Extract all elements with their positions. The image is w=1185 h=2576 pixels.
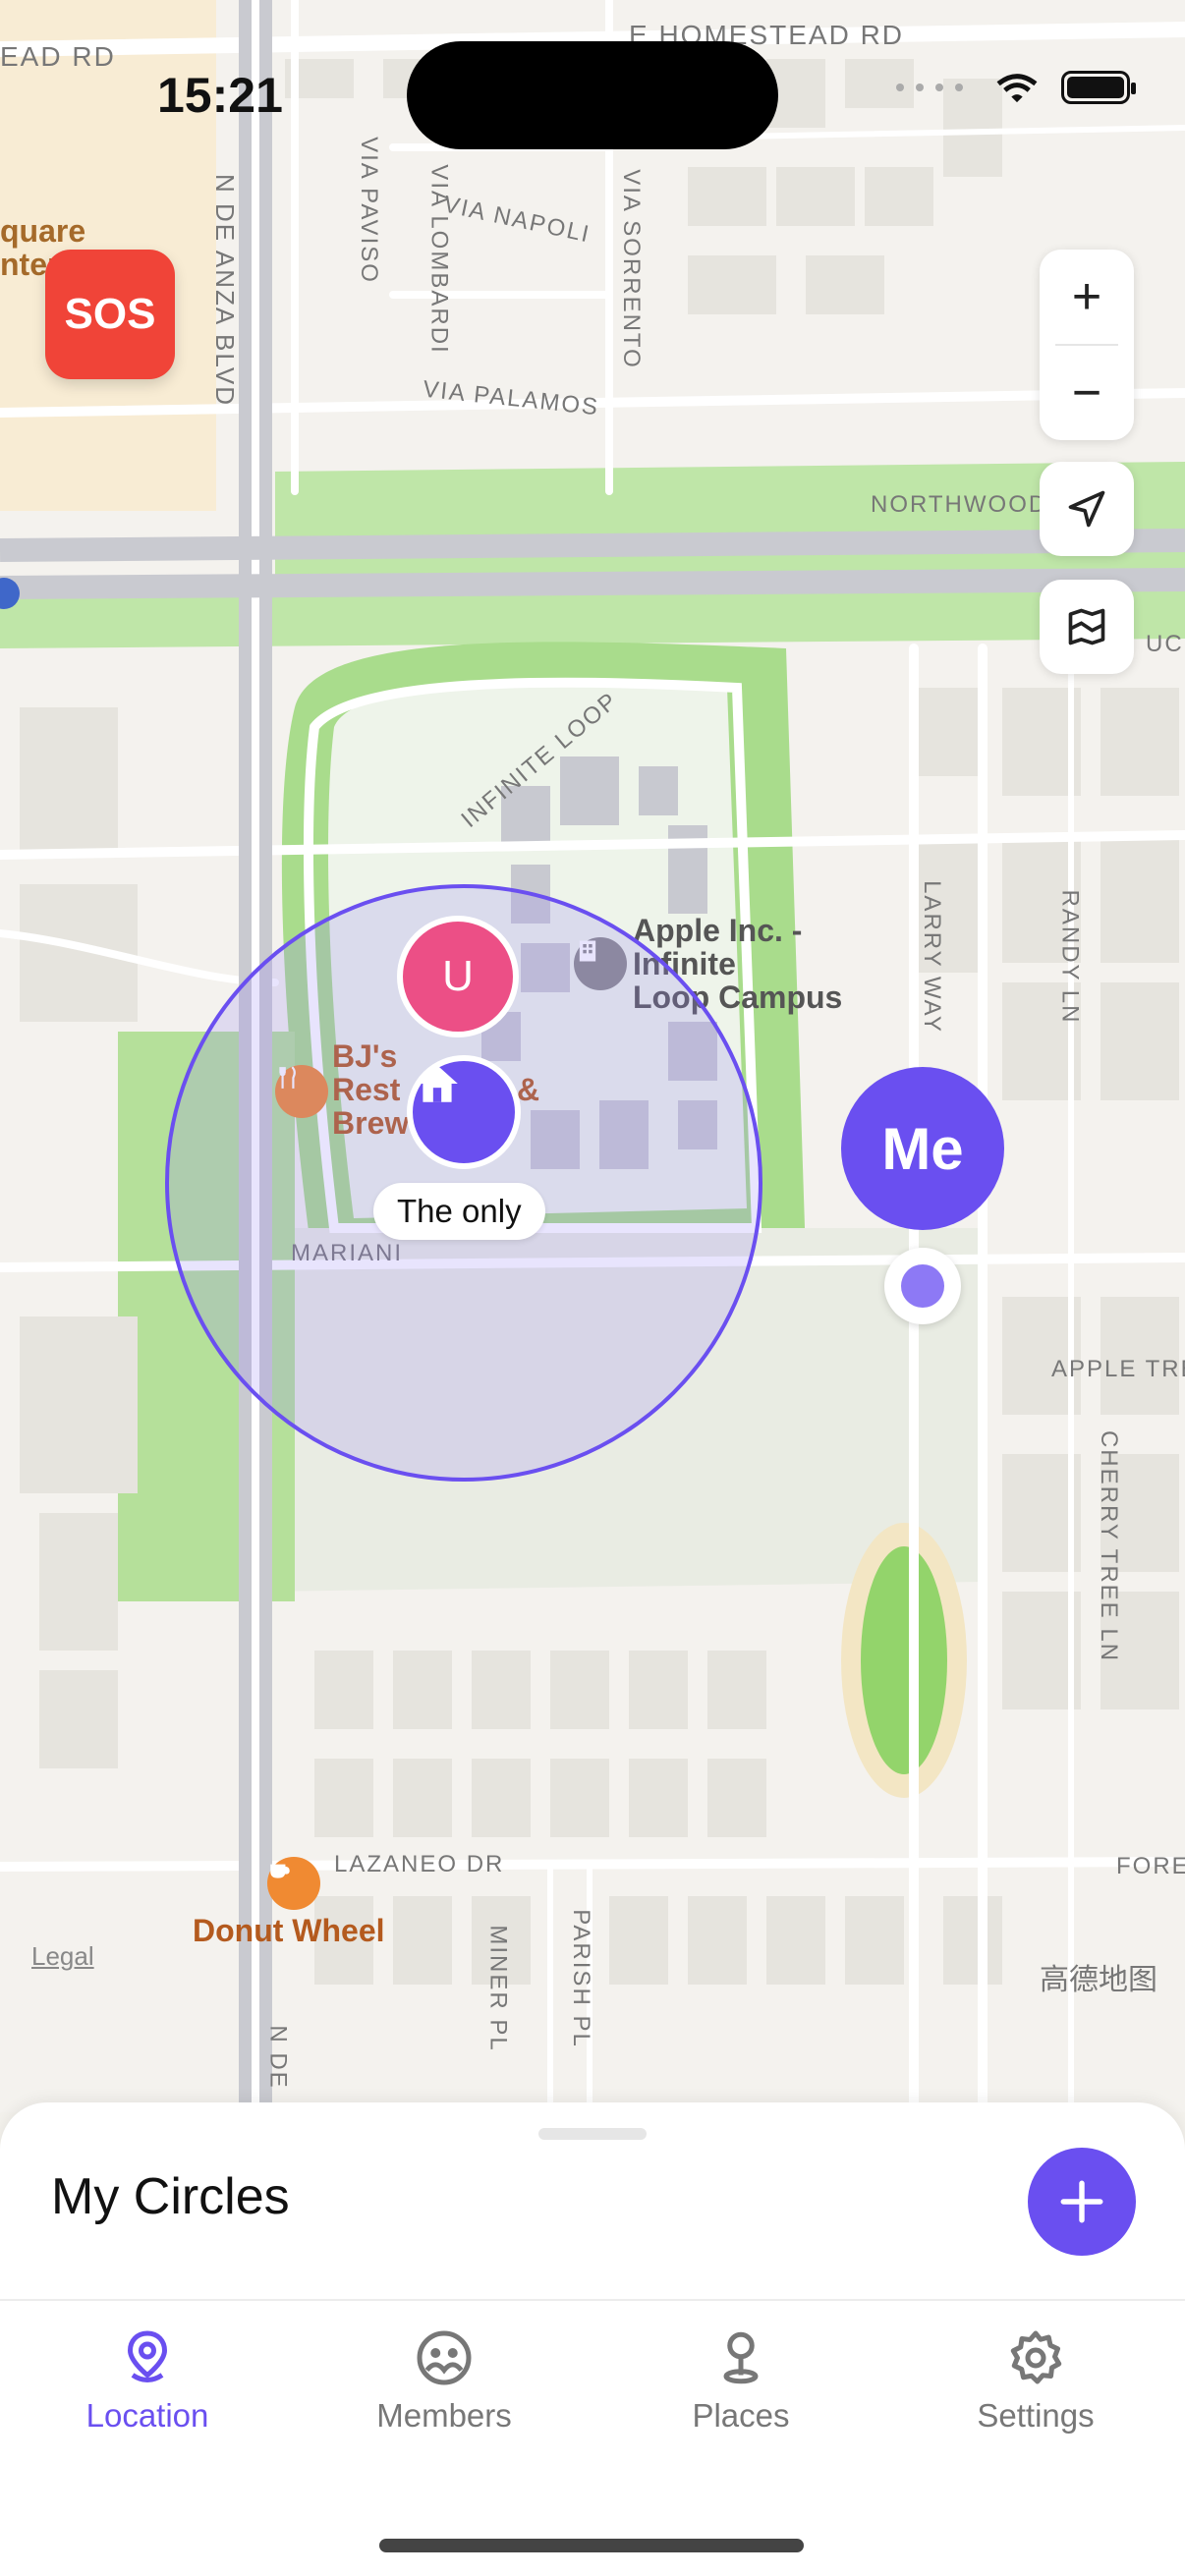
- tab-settings[interactable]: Settings: [918, 2328, 1154, 2435]
- places-icon: [723, 2331, 759, 2384]
- tab-label: Location: [85, 2397, 209, 2434]
- sheet-grabber[interactable]: [538, 2128, 647, 2140]
- zoom-in-button[interactable]: +: [1040, 250, 1134, 344]
- navigation-arrow-icon: [1068, 490, 1105, 528]
- street-label: EAD RD: [0, 41, 116, 72]
- zoom-out-button[interactable]: −: [1040, 346, 1134, 440]
- street-label: APPLE TRE: [1051, 1356, 1185, 1382]
- my-location-dot: [884, 1248, 961, 1324]
- street-label: N DE ANZA BLVD: [210, 173, 241, 408]
- poi-donut-wheel[interactable]: Donut Wheel: [193, 1914, 385, 1947]
- map-view[interactable]: EAD RD E HOMESTEAD RD N DE ANZA BLVD VIA…: [0, 0, 1185, 2112]
- zoom-controls: + −: [1040, 250, 1134, 440]
- location-pin-icon: [127, 2330, 168, 2382]
- map-attribution: 高德地图: [1040, 1964, 1157, 1996]
- street-label: NORTHWOOD: [871, 491, 1048, 518]
- street-label: CHERRY TREE LN: [1096, 1429, 1123, 1663]
- sheet-title: My Circles: [51, 2168, 290, 2225]
- cellular-signal-icon: [896, 84, 963, 91]
- place-pin[interactable]: [407, 1055, 521, 1169]
- wifi-icon: [996, 74, 1038, 103]
- locate-me-button[interactable]: [1040, 462, 1134, 556]
- home-indicator[interactable]: [379, 2539, 804, 2552]
- gear-icon: [1010, 2330, 1062, 2384]
- map-layers-icon: [1068, 608, 1105, 645]
- home-icon: [417, 1065, 458, 1102]
- street-label: UCIL: [1146, 631, 1185, 657]
- street-label: N DE: [264, 2025, 292, 2090]
- street-label: PARISH PL: [567, 1909, 594, 2048]
- street-label: VIA PAVISO: [355, 137, 382, 284]
- coffee-icon: [267, 1857, 320, 1910]
- tab-label: Settings: [977, 2397, 1095, 2434]
- member-avatar[interactable]: U: [397, 916, 519, 1037]
- map-type-button[interactable]: [1040, 580, 1134, 674]
- me-marker[interactable]: Me: [841, 1067, 1004, 1230]
- tab-label: Members: [376, 2397, 512, 2434]
- battery-icon: [1061, 71, 1136, 104]
- dynamic-island: [407, 41, 778, 149]
- tab-label: Places: [692, 2397, 790, 2434]
- street-label: RANDY LN: [1056, 889, 1084, 1025]
- street-label: MINER PL: [484, 1925, 512, 2052]
- tab-places[interactable]: Places: [623, 2328, 859, 2435]
- street-label: LARRY WAY: [918, 880, 945, 1034]
- sos-button[interactable]: SOS: [45, 250, 175, 379]
- tab-members[interactable]: Members: [326, 2328, 562, 2435]
- legal-link[interactable]: Legal: [31, 1941, 94, 1972]
- street-label: VIA SORRENTO: [617, 169, 645, 369]
- street-label: FORE: [1116, 1853, 1185, 1879]
- status-icons: [894, 71, 1136, 104]
- tab-location[interactable]: Location: [29, 2328, 265, 2435]
- members-icon: [417, 2330, 472, 2385]
- status-time: 15:21: [157, 68, 283, 123]
- street-label: LAZANEO DR: [334, 1851, 505, 1877]
- add-circle-button[interactable]: [1028, 2148, 1136, 2256]
- plus-icon: [1060, 2180, 1103, 2223]
- place-name-label: The only: [373, 1183, 545, 1240]
- divider: [0, 2299, 1185, 2301]
